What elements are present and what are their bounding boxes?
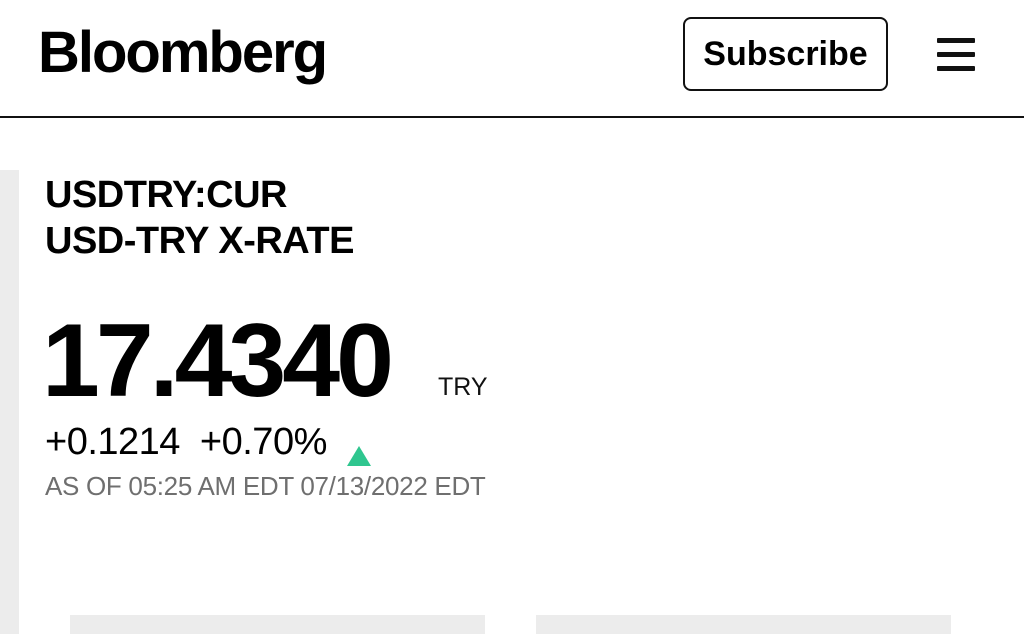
change-percent: +0.70% — [199, 421, 327, 463]
security-name: USD-TRY X-RATE — [45, 220, 354, 262]
bloomberg-logo[interactable]: Bloomberg — [38, 20, 328, 86]
quote-page: Bloomberg Subscribe USDTRY:CUR USD-TRY X… — [0, 0, 1024, 634]
content-card — [70, 615, 485, 634]
triangle-up-shape — [346, 446, 371, 466]
quote-timestamp: AS OF 05:25 AM EDT 07/13/2022 EDT — [45, 471, 486, 501]
subscribe-button[interactable]: Subscribe — [683, 17, 888, 91]
menu-bar — [937, 38, 975, 43]
hamburger-menu-icon[interactable] — [937, 38, 975, 72]
change-absolute: +0.1214 — [45, 421, 180, 463]
menu-bar — [937, 66, 975, 71]
price-currency: TRY — [438, 373, 488, 401]
menu-bar — [937, 52, 975, 57]
left-rail — [0, 170, 19, 634]
triangle-up-icon — [345, 432, 373, 466]
ticker-symbol: USDTRY:CUR — [45, 174, 287, 216]
content-card — [536, 615, 951, 634]
site-header: Bloomberg Subscribe — [0, 0, 1024, 118]
price-change-row: +0.1214 +0.70% — [45, 418, 373, 466]
price-value: 17.4340 — [42, 303, 394, 419]
